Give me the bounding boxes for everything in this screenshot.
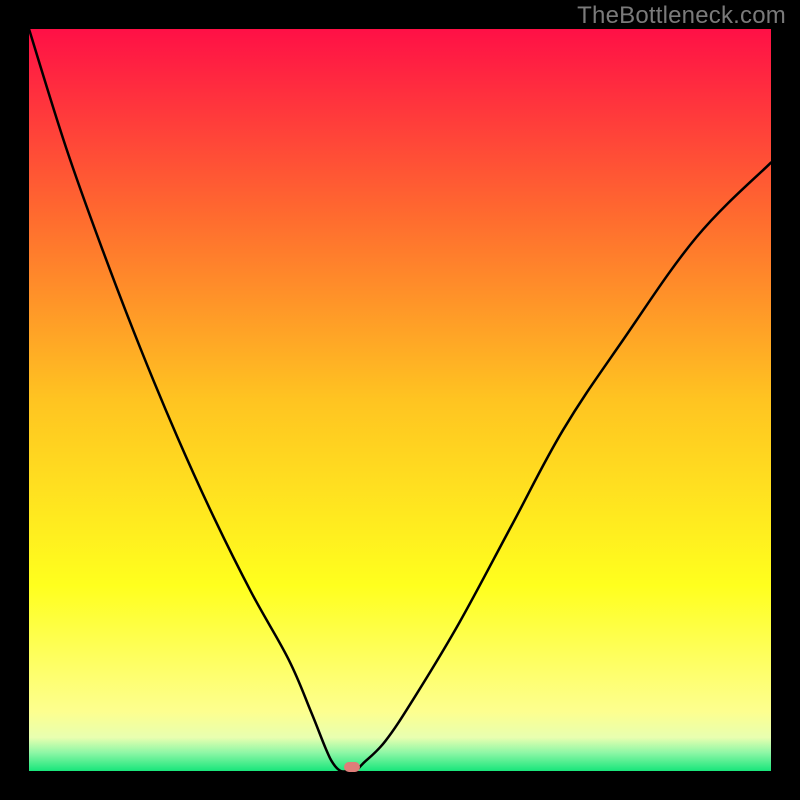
chart-svg bbox=[29, 29, 771, 771]
watermark-text: TheBottleneck.com bbox=[577, 2, 786, 30]
chart-frame: TheBottleneck.com bbox=[0, 0, 800, 800]
gradient-background bbox=[29, 29, 771, 771]
plot-area bbox=[29, 29, 771, 771]
optimum-marker bbox=[344, 762, 360, 772]
